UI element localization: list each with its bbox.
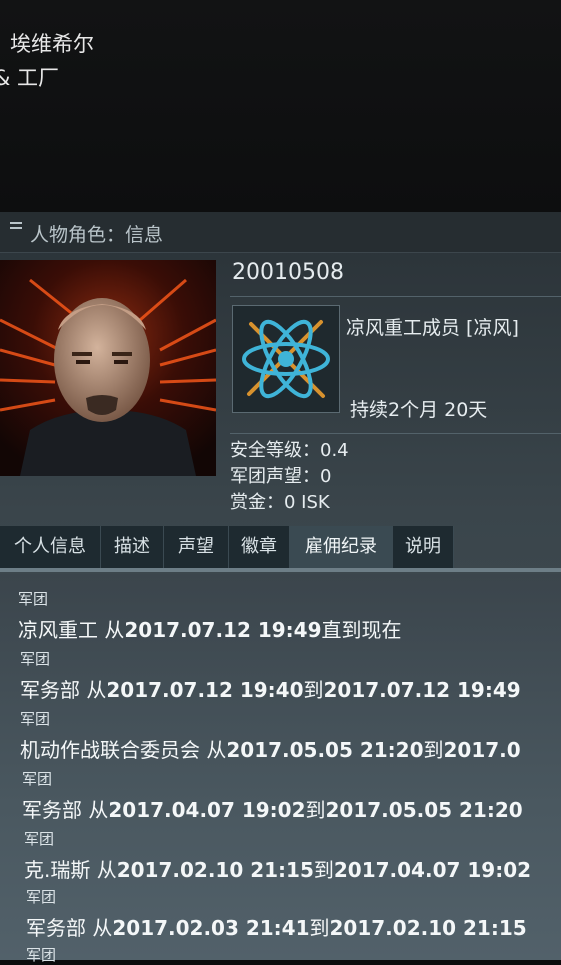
bounty: 赏金：0 ISK — [230, 492, 330, 513]
start-date: 2017.02.03 21:41 — [112, 916, 310, 940]
end-date: 2017.02.10 21:15 — [329, 916, 527, 940]
window-titlebar[interactable]: 人物角色：信息 — [0, 212, 561, 253]
corporation-name-link[interactable]: 凉风重工 — [18, 618, 98, 642]
corporation-logo[interactable] — [232, 305, 340, 413]
character-info-window: 人物角色：信息 20010508 凉风重工成员 [凉风] 持续2个月 20天 安… — [0, 212, 561, 964]
tab-underline — [0, 568, 561, 572]
start-date: 2017.04.07 19:02 — [108, 798, 306, 822]
history-row-label: 军团 — [22, 770, 53, 788]
to-word: 到 — [309, 916, 330, 940]
from-word: 从 — [98, 618, 125, 642]
history-row-text: 机动作战联合委员会 从2017.05.05 21:20到2017.0 — [20, 734, 521, 763]
scene-background: 埃维希尔 & 工厂 — [0, 0, 561, 212]
history-row-text: 凉风重工 从2017.07.12 19:49直到现在 — [18, 614, 402, 643]
end-date: 2017.05.05 21:20 — [325, 798, 523, 822]
end-date: 2017.04.07 19:02 — [333, 858, 532, 882]
history-row-text: 军务部 从2017.07.12 19:40到2017.07.12 19:49 — [20, 674, 521, 703]
employment-history-list: 军团 凉风重工 从2017.07.12 19:49直到现在 军团 军务部 从20… — [0, 574, 561, 964]
corporation-name-link[interactable]: 机动作战联合委员会 — [20, 738, 200, 762]
end-date: 2017.07.12 19:49 — [323, 678, 521, 702]
tab-decorations[interactable]: 徽章 — [229, 526, 290, 568]
start-date: 2017.07.12 19:40 — [106, 678, 304, 702]
corporation-name-link[interactable]: 军务部 — [22, 798, 82, 822]
corp-standing: 军团声望：0 — [230, 466, 332, 487]
atom-icon — [233, 306, 339, 412]
tab-standings[interactable]: 声望 — [164, 526, 229, 568]
from-word: 从 — [80, 678, 107, 702]
history-row-text: 军务部 从2017.04.07 19:02到2017.05.05 21:20 — [22, 794, 523, 823]
start-date: 2017.07.12 19:49 — [124, 618, 322, 642]
tab-description[interactable]: 描述 — [101, 526, 164, 568]
window-title: 人物角色：信息 — [30, 224, 164, 246]
from-word: 从 — [86, 916, 113, 940]
history-row-label: 军团 — [26, 946, 57, 964]
corporation-name-link[interactable]: 克.瑞斯 — [24, 858, 90, 882]
start-date: 2017.02.10 21:15 — [116, 858, 314, 882]
start-date: 2017.05.05 21:20 — [226, 738, 424, 762]
history-row-label: 军团 — [20, 650, 51, 668]
to-word: 到 — [313, 858, 334, 882]
history-row-label: 军团 — [24, 830, 55, 848]
corporation-name-link[interactable]: 军务部 — [20, 678, 80, 702]
corporation-name-link[interactable]: 军务部 — [26, 916, 86, 940]
window-menu-icon[interactable] — [10, 222, 22, 234]
history-row-text: 克.瑞斯 从2017.02.10 21:15到2017.04.07 19:02 — [24, 854, 531, 883]
tab-personal-info[interactable]: 个人信息 — [0, 526, 101, 568]
to-word: 直到现在 — [321, 618, 402, 642]
location-station: & 工厂 — [0, 66, 60, 90]
history-row-label: 军团 — [26, 888, 57, 906]
tab-employment-history[interactable]: 雇佣纪录 — [290, 526, 393, 568]
membership-duration: 持续2个月 20天 — [350, 399, 488, 421]
tab-bar: 个人信息 描述 声望 徽章 雇佣纪录 说明 — [0, 526, 561, 570]
character-stats: 安全等级：0.4 军团声望：0 赏金：0 ISK — [230, 438, 349, 516]
end-date: 2017.0 — [443, 738, 521, 762]
from-word: 从 — [82, 798, 109, 822]
character-name: 20010508 — [232, 260, 344, 285]
history-row-text: 军务部 从2017.02.03 21:41到2017.02.10 21:15 — [26, 912, 527, 941]
to-word: 到 — [305, 798, 326, 822]
corporation-link[interactable]: 凉风重工成员 [凉风] — [346, 313, 519, 340]
tab-notes[interactable]: 说明 — [393, 526, 454, 568]
from-word: 从 — [200, 738, 227, 762]
corporation-panel: 凉风重工成员 [凉风] 持续2个月 20天 — [230, 296, 561, 434]
to-word: 到 — [303, 678, 324, 702]
location-system: 埃维希尔 — [10, 32, 94, 56]
history-row-label: 军团 — [20, 710, 51, 728]
from-word: 从 — [90, 858, 117, 882]
portrait-image — [0, 260, 216, 476]
history-row-label: 军团 — [18, 590, 49, 608]
security-status: 安全等级：0.4 — [230, 440, 349, 461]
to-word: 到 — [423, 738, 444, 762]
character-portrait — [0, 260, 216, 476]
